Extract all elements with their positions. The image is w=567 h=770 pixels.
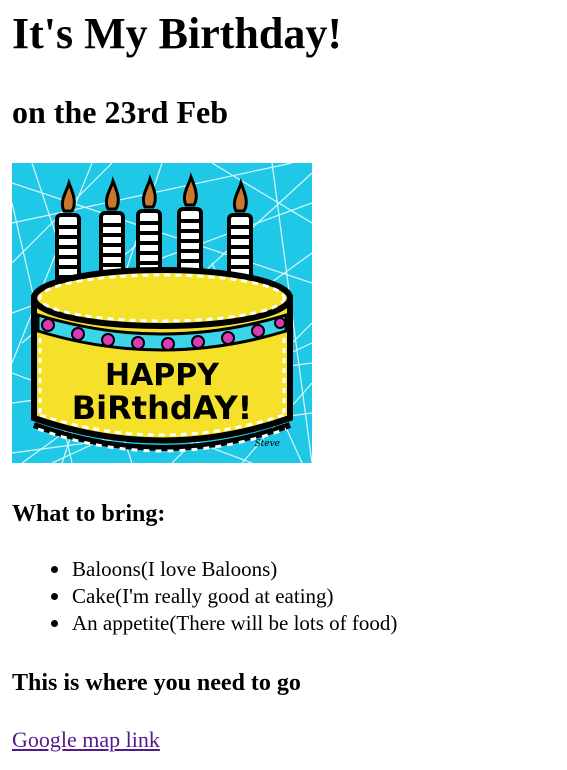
- list-item: Baloons(I love Baloons): [51, 556, 397, 583]
- directions-heading: This is where you need to go: [12, 670, 301, 696]
- list-item-text: An appetite(There will be lots of food): [72, 611, 398, 635]
- bring-list: Baloons(I love Baloons) Cake(I'm really …: [12, 556, 397, 637]
- page-subtitle: on the 23rd Feb: [12, 94, 228, 130]
- list-item-text: Cake(I'm really good at eating): [72, 584, 334, 608]
- birthday-cake-image: HAPPY BiRthdAY! Steve: [12, 163, 312, 463]
- birthday-cake-illustration: HAPPY BiRthdAY! Steve: [12, 163, 312, 463]
- bullet-icon: [51, 620, 58, 627]
- bullet-icon: [51, 593, 58, 600]
- bullet-icon: [51, 566, 58, 573]
- google-map-link[interactable]: Google map link: [12, 725, 160, 755]
- bring-heading: What to bring:: [12, 501, 166, 527]
- page-title: It's My Birthday!: [12, 9, 342, 58]
- list-item: Cake(I'm really good at eating): [51, 583, 397, 610]
- cake-text-birthday: BiRthdAY!: [72, 389, 252, 427]
- list-item-text: Baloons(I love Baloons): [72, 557, 278, 581]
- cake-text-happy: HAPPY: [105, 358, 220, 393]
- artist-signature: Steve: [254, 439, 280, 449]
- list-item: An appetite(There will be lots of food): [51, 610, 398, 637]
